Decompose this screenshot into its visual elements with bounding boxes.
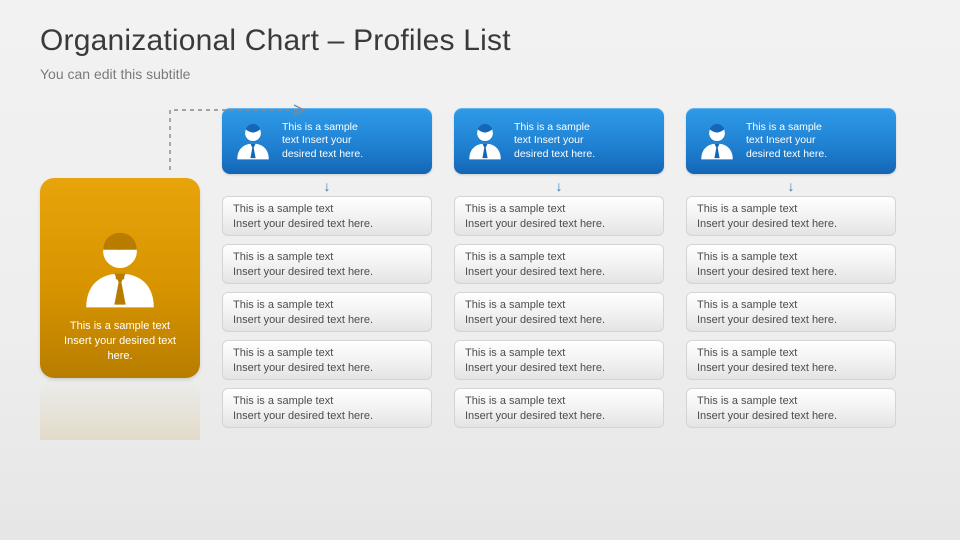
list-item[interactable]: This is a sample text Insert your desire… — [686, 340, 896, 380]
column-header-card[interactable]: This is a sample text Insert your desire… — [222, 108, 432, 174]
profile-columns: This is a sample text Insert your desire… — [222, 108, 920, 440]
profile-column-1: This is a sample text Insert your desire… — [222, 108, 432, 440]
list-item-text: This is a sample text Insert your desire… — [233, 394, 421, 424]
list-item-text: This is a sample text Insert your desire… — [465, 250, 653, 280]
list-item[interactable]: This is a sample text Insert your desire… — [222, 340, 432, 380]
list-item[interactable]: This is a sample text Insert your desire… — [222, 244, 432, 284]
profile-column-2: This is a sample text Insert your desire… — [454, 108, 664, 440]
list-item[interactable]: This is a sample text Insert your desire… — [454, 244, 664, 284]
list-item-text: This is a sample text Insert your desire… — [233, 298, 421, 328]
list-item[interactable]: This is a sample text Insert your desire… — [686, 196, 896, 236]
column-header-text: This is a sample text Insert your desire… — [282, 121, 363, 162]
column-header-card[interactable]: This is a sample text Insert your desire… — [454, 108, 664, 174]
person-icon — [232, 120, 274, 162]
list-item-text: This is a sample text Insert your desire… — [465, 394, 653, 424]
page-title[interactable]: Organizational Chart – Profiles List — [40, 24, 920, 58]
list-item[interactable]: This is a sample text Insert your desire… — [454, 292, 664, 332]
list-item-text: This is a sample text Insert your desire… — [697, 202, 885, 232]
list-item-text: This is a sample text Insert your desire… — [233, 250, 421, 280]
column-header-text: This is a sample text Insert your desire… — [514, 121, 595, 162]
person-icon — [75, 223, 165, 313]
list-item-text: This is a sample text Insert your desire… — [697, 394, 885, 424]
lead-text: This is a sample text Insert your desire… — [64, 319, 176, 364]
content-area: This is a sample text Insert your desire… — [40, 108, 920, 440]
lead-profile-card[interactable]: This is a sample text Insert your desire… — [40, 178, 200, 378]
chevron-down-icon: ↓ — [686, 178, 896, 194]
list-item-text: This is a sample text Insert your desire… — [465, 298, 653, 328]
list-item-text: This is a sample text Insert your desire… — [697, 250, 885, 280]
list-item[interactable]: This is a sample text Insert your desire… — [222, 196, 432, 236]
list-item[interactable]: This is a sample text Insert your desire… — [222, 292, 432, 332]
list-item-text: This is a sample text Insert your desire… — [697, 298, 885, 328]
list-item-text: This is a sample text Insert your desire… — [465, 346, 653, 376]
lead-wrap: This is a sample text Insert your desire… — [40, 108, 200, 440]
list-item[interactable]: This is a sample text Insert your desire… — [454, 196, 664, 236]
list-item-text: This is a sample text Insert your desire… — [233, 202, 421, 232]
page-subtitle[interactable]: You can edit this subtitle — [40, 66, 920, 82]
chevron-down-icon: ↓ — [454, 178, 664, 194]
list-item[interactable]: This is a sample text Insert your desire… — [686, 388, 896, 428]
list-item[interactable]: This is a sample text Insert your desire… — [454, 388, 664, 428]
list-item[interactable]: This is a sample text Insert your desire… — [686, 292, 896, 332]
slide: Organizational Chart – Profiles List You… — [0, 0, 960, 440]
person-icon — [696, 120, 738, 162]
column-header-text: This is a sample text Insert your desire… — [746, 121, 827, 162]
list-item-text: This is a sample text Insert your desire… — [233, 346, 421, 376]
list-item-text: This is a sample text Insert your desire… — [465, 202, 653, 232]
person-icon — [464, 120, 506, 162]
list-item-text: This is a sample text Insert your desire… — [697, 346, 885, 376]
list-item[interactable]: This is a sample text Insert your desire… — [454, 340, 664, 380]
lead-reflection — [40, 380, 200, 440]
chevron-down-icon: ↓ — [222, 178, 432, 194]
profile-column-3: This is a sample text Insert your desire… — [686, 108, 896, 440]
list-item[interactable]: This is a sample text Insert your desire… — [222, 388, 432, 428]
list-item[interactable]: This is a sample text Insert your desire… — [686, 244, 896, 284]
column-header-card[interactable]: This is a sample text Insert your desire… — [686, 108, 896, 174]
